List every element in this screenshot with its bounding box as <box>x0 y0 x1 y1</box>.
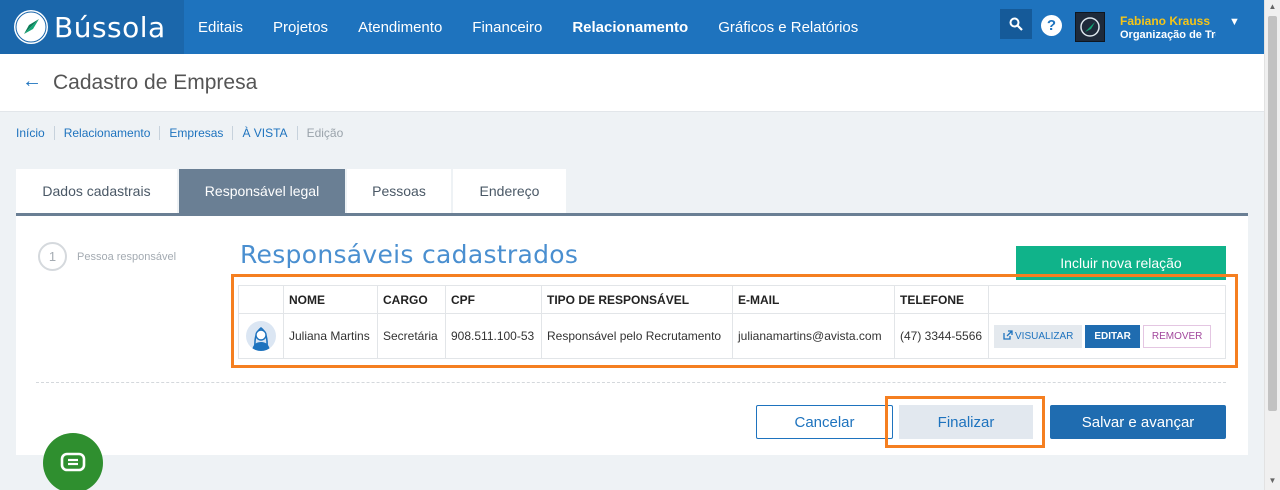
chat-icon <box>60 452 86 472</box>
scrollbar-thumb[interactable] <box>1268 16 1277 411</box>
table-header-actions <box>988 285 1226 314</box>
nav-item-relacionamento[interactable]: Relacionamento <box>572 19 688 36</box>
table-header-nome: NOME <box>283 285 378 314</box>
view-button[interactable]: VISUALIZAR <box>994 324 1083 348</box>
edit-button[interactable]: EDITAR <box>1085 324 1140 348</box>
remove-button[interactable]: REMOVER <box>1142 324 1212 348</box>
nav-item-financeiro[interactable]: Financeiro <box>472 19 542 36</box>
table-cell-telefone: (47) 3344-5566 <box>894 313 989 359</box>
cancel-button[interactable]: Cancelar <box>756 405 893 439</box>
table-cell-email: julianamartins@avista.com <box>732 313 895 359</box>
save-and-next-button[interactable]: Salvar e avançar <box>1050 405 1226 439</box>
page-scrollbar[interactable]: ▲ ▼ <box>1264 0 1280 490</box>
table-cell-nome: Juliana Martins <box>283 313 378 359</box>
scroll-down-arrow-icon[interactable]: ▼ <box>1265 476 1280 488</box>
nav-item-graficos-relatorios[interactable]: Gráficos e Relatórios <box>718 19 858 36</box>
nav-item-atendimento[interactable]: Atendimento <box>358 19 442 36</box>
nav-item-editais[interactable]: Editais <box>198 19 243 36</box>
table-cell-cpf: 908.511.100-53 <box>445 313 542 359</box>
top-navigation-bar: Bússola Editais Projetos Atendimento Fin… <box>0 0 1264 54</box>
table-header-avatar <box>238 285 284 314</box>
section-divider <box>36 382 1226 383</box>
tab-endereco[interactable]: Endereço <box>453 169 566 213</box>
step-label: Pessoa responsável <box>77 251 177 263</box>
main-nav: Editais Projetos Atendimento Financeiro … <box>198 0 888 54</box>
scroll-up-arrow-icon[interactable]: ▲ <box>1265 2 1280 14</box>
app-logo-text: Bússola <box>54 10 166 44</box>
breadcrumb-item-a-vista[interactable]: À VISTA <box>242 126 298 140</box>
table-header-row: NOME CARGO CPF TIPO DE RESPONSÁVEL E-MAI… <box>238 285 1226 314</box>
responsaveis-table: NOME CARGO CPF TIPO DE RESPONSÁVEL E-MAI… <box>238 285 1226 359</box>
view-button-label: VISUALIZAR <box>1015 330 1074 342</box>
step-number: 1 <box>38 242 67 271</box>
nav-item-projetos[interactable]: Projetos <box>273 19 328 36</box>
table-header-telefone: TELEFONE <box>894 285 989 314</box>
external-link-icon <box>1003 329 1013 340</box>
app-logo[interactable]: Bússola <box>0 0 184 54</box>
table-cell-actions: VISUALIZAR EDITAR REMOVER <box>988 313 1226 359</box>
table-cell-tipo-responsavel: Responsável pelo Recrutamento <box>541 313 733 359</box>
breadcrumb-item-inicio[interactable]: Início <box>16 126 55 140</box>
user-name[interactable]: Fabiano Krauss <box>1120 14 1210 28</box>
breadcrumb-item-relacionamento[interactable]: Relacionamento <box>64 126 161 140</box>
form-tabs: Dados cadastrais Responsável legal Pesso… <box>16 169 568 213</box>
back-arrow-icon[interactable]: ← <box>22 70 42 93</box>
chevron-down-icon[interactable]: ▼ <box>1229 16 1240 28</box>
tab-dados-cadastrais[interactable]: Dados cadastrais <box>16 169 177 213</box>
table-cell-avatar <box>238 313 284 359</box>
user-organization[interactable]: Organização de Tre <box>1120 29 1216 41</box>
tab-pessoas[interactable]: Pessoas <box>347 169 451 213</box>
user-avatar[interactable] <box>1075 12 1105 42</box>
table-header-cargo: CARGO <box>377 285 446 314</box>
help-icon[interactable]: ? <box>1041 15 1062 36</box>
table-header-tipo-responsavel: TIPO DE RESPONSÁVEL <box>541 285 733 314</box>
table-header-cpf: CPF <box>445 285 542 314</box>
table-cell-cargo: Secretária <box>377 313 446 359</box>
compass-icon <box>14 10 48 44</box>
section-title: Responsáveis cadastrados <box>240 240 579 269</box>
chat-button[interactable] <box>43 433 103 490</box>
breadcrumb: Início Relacionamento Empresas À VISTA E… <box>16 126 361 140</box>
responsavel-legal-card: 1 Pessoa responsável Responsáveis cadast… <box>16 213 1248 455</box>
table-row: Juliana Martins Secretária 908.511.100-5… <box>238 313 1226 359</box>
tab-responsavel-legal[interactable]: Responsável legal <box>179 169 345 213</box>
person-icon <box>246 321 276 351</box>
search-icon <box>1009 17 1023 31</box>
search-button[interactable] <box>1000 9 1032 39</box>
finish-button[interactable]: Finalizar <box>899 405 1033 439</box>
breadcrumb-item-empresas[interactable]: Empresas <box>169 126 234 140</box>
page-title: Cadastro de Empresa <box>53 71 258 94</box>
page-header: ← Cadastro de Empresa <box>0 54 1264 112</box>
table-header-email: E-MAIL <box>732 285 895 314</box>
breadcrumb-item-edicao: Edição <box>306 126 344 140</box>
